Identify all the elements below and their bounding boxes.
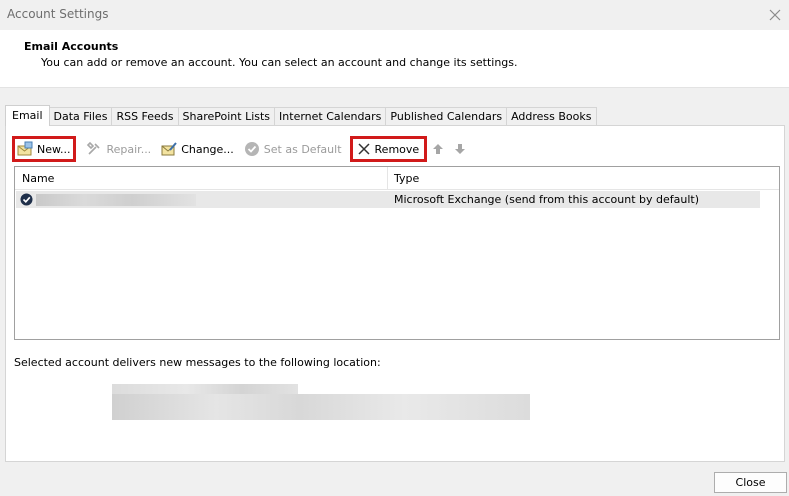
repair-button-label: Repair... xyxy=(106,142,152,156)
tab-email[interactable]: Email xyxy=(5,105,50,126)
dialog-header: Email Accounts You can add or remove an … xyxy=(0,30,789,88)
account-toolbar: New... Repair... Change... Set as Defaul… xyxy=(12,136,473,162)
move-up-icon xyxy=(433,144,444,154)
set-default-icon xyxy=(244,142,259,156)
remove-button-label: Remove xyxy=(374,142,420,156)
tab-published-calendars[interactable]: Published Calendars xyxy=(385,107,508,126)
tab-address-books[interactable]: Address Books xyxy=(506,107,597,126)
repair-icon xyxy=(87,141,101,155)
account-list[interactable]: Name Type Microsoft Exchange (send from … xyxy=(14,166,780,340)
account-name-redacted xyxy=(36,194,196,206)
delivery-location-redacted-2 xyxy=(112,394,530,420)
delivery-location-redacted xyxy=(112,384,298,394)
tab-internet-calendars[interactable]: Internet Calendars xyxy=(274,107,387,126)
move-down-icon xyxy=(455,144,466,154)
title-bar: Account Settings xyxy=(0,0,789,30)
change-icon xyxy=(161,142,177,156)
close-icon[interactable] xyxy=(765,5,785,25)
new-button[interactable]: New... xyxy=(12,136,77,162)
column-separator[interactable] xyxy=(387,167,388,190)
delivery-location-label: Selected account delivers new messages t… xyxy=(14,356,381,369)
close-button[interactable]: Close xyxy=(714,472,787,493)
new-account-icon xyxy=(17,141,33,156)
set-as-default-label: Set as Default xyxy=(263,142,342,156)
default-account-check-icon xyxy=(20,193,33,206)
move-down-button[interactable] xyxy=(451,136,473,162)
tab-data-files[interactable]: Data Files xyxy=(48,107,113,126)
column-name[interactable]: Name xyxy=(22,172,54,185)
repair-button[interactable]: Repair... xyxy=(82,136,155,162)
account-row[interactable]: Microsoft Exchange (send from this accou… xyxy=(16,191,760,208)
header-title: Email Accounts xyxy=(24,40,119,53)
change-button[interactable]: Change... xyxy=(157,136,238,162)
header-description: You can add or remove an account. You ca… xyxy=(41,56,518,69)
tab-sharepoint-lists[interactable]: SharePoint Lists xyxy=(177,107,276,126)
email-tab-panel: New... Repair... Change... Set as Defaul… xyxy=(5,125,785,462)
remove-button[interactable]: Remove xyxy=(349,136,428,162)
change-button-label: Change... xyxy=(181,142,234,156)
set-as-default-button[interactable]: Set as Default xyxy=(240,136,346,162)
column-type[interactable]: Type xyxy=(394,172,419,185)
list-header: Name Type xyxy=(15,167,779,190)
tab-rss-feeds[interactable]: RSS Feeds xyxy=(111,107,179,126)
new-button-label: New... xyxy=(37,142,71,156)
tab-strip: Email Data Files RSS Feeds SharePoint Li… xyxy=(5,105,597,126)
account-type: Microsoft Exchange (send from this accou… xyxy=(394,193,700,206)
window-title: Account Settings xyxy=(7,7,109,21)
remove-icon xyxy=(358,143,370,155)
move-up-button[interactable] xyxy=(429,136,451,162)
